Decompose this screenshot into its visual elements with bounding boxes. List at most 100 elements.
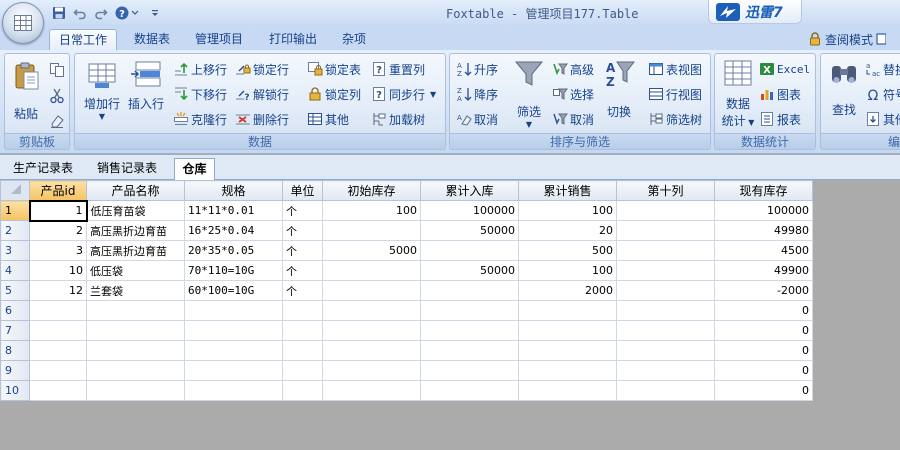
table-cell[interactable] (29, 360, 87, 381)
table-cell[interactable] (322, 380, 421, 401)
table-cell[interactable]: 低压袋 (86, 260, 185, 281)
add-row-button[interactable]: 增加行 ▼ (81, 58, 123, 121)
table-cell[interactable] (616, 220, 715, 241)
move-row-down-button[interactable]: 下移行 (173, 84, 227, 104)
table-cell[interactable] (282, 300, 323, 321)
tab-daily-work[interactable]: 日常工作 (49, 29, 117, 50)
other-edit-button[interactable]: 其他 (865, 109, 900, 129)
column-header[interactable]: 第十列 (616, 180, 715, 201)
table-cell[interactable] (86, 320, 185, 341)
table-cell[interactable] (420, 380, 519, 401)
table-cell[interactable]: 兰套袋 (86, 280, 185, 301)
table-row[interactable]: 2 2 高压黑折边育苗 16*25*0.04 个 50000 20 49980 (0, 220, 813, 241)
table-cell[interactable]: 50000 (420, 260, 519, 281)
table-view-button[interactable]: 表视图 (648, 59, 702, 79)
table-cell[interactable]: 70*110=10G (184, 260, 283, 281)
table-cell[interactable]: 100 (322, 200, 421, 221)
unlock-row-button[interactable]: ? 解锁行 (235, 84, 289, 104)
table-row[interactable]: 3 3 高压黑折边育苗 20*35*0.05 个 5000 500 4500 (0, 240, 813, 261)
table-cell[interactable]: 5000 (322, 240, 421, 261)
data-stats-dropdown-icon[interactable]: ▼ (746, 118, 754, 127)
row-number[interactable]: 4 (0, 260, 30, 281)
help-icon[interactable]: ? (113, 4, 143, 22)
table-cell[interactable]: 0 (714, 340, 813, 361)
chart-button[interactable]: 图表 (759, 84, 801, 104)
redo-icon[interactable] (92, 4, 110, 22)
table-cell[interactable] (616, 300, 715, 321)
table-cell[interactable] (322, 320, 421, 341)
column-header[interactable]: 规格 (184, 180, 283, 201)
filter-tree-button[interactable]: 筛选树 (648, 109, 702, 129)
table-cell[interactable]: 100 (518, 260, 617, 281)
column-header[interactable]: 现有库存 (714, 180, 813, 201)
table-cell[interactable] (184, 320, 283, 341)
table-cell[interactable]: 1 (28, 199, 88, 222)
format-painter-button[interactable] (49, 111, 65, 131)
table-cell[interactable]: 2 (29, 220, 87, 241)
lock-table-button[interactable]: 锁定表 (307, 59, 361, 79)
table-cell[interactable] (518, 380, 617, 401)
column-header[interactable]: 累计入库 (420, 180, 519, 201)
table-cell[interactable] (86, 300, 185, 321)
filter-button[interactable]: 筛选 ▼ (508, 58, 550, 129)
table-cell[interactable]: 49980 (714, 220, 813, 241)
row-number[interactable]: 2 (0, 220, 30, 241)
sheet-tab-production[interactable]: 生产记录表 (2, 158, 84, 180)
table-cell[interactable]: 10 (29, 260, 87, 281)
table-row[interactable]: 70 (0, 320, 813, 341)
tab-misc[interactable]: 杂项 (334, 29, 374, 50)
table-cell[interactable] (322, 340, 421, 361)
tab-print-output[interactable]: 打印输出 (260, 29, 326, 50)
table-cell[interactable]: 3 (29, 240, 87, 261)
table-cell[interactable] (282, 320, 323, 341)
row-view-button[interactable]: 行视图 (648, 84, 702, 104)
table-cell[interactable] (86, 360, 185, 381)
table-cell[interactable]: 个 (282, 260, 323, 281)
undo-icon[interactable] (71, 4, 89, 22)
table-cell[interactable] (184, 340, 283, 361)
table-cell[interactable]: 2000 (518, 280, 617, 301)
sort-descending-button[interactable]: ZA 降序 (456, 84, 498, 104)
other-data-button[interactable]: 其他 (307, 109, 349, 129)
delete-row-button[interactable]: 删除行 (235, 109, 289, 129)
table-cell[interactable] (184, 380, 283, 401)
sync-row-dropdown-icon[interactable]: ▼ (430, 90, 436, 99)
table-cell[interactable]: 49900 (714, 260, 813, 281)
table-cell[interactable] (518, 320, 617, 341)
find-button[interactable]: 查找 (827, 58, 861, 118)
table-cell[interactable]: 个 (282, 240, 323, 261)
cancel-sort-button[interactable]: A 取消 (456, 109, 498, 129)
table-cell[interactable] (184, 300, 283, 321)
filter-dropdown-icon[interactable]: ▼ (508, 120, 550, 129)
table-cell[interactable] (322, 260, 421, 281)
table-row[interactable]: 1 1 低压育苗袋 11*11*0.01 个 100 100000 100 100000 (0, 199, 813, 222)
paste-button[interactable]: 粘贴 (9, 58, 43, 122)
brand-badge[interactable]: 迅雷7 (708, 0, 802, 24)
table-cell[interactable]: 16*25*0.04 (184, 220, 283, 241)
table-cell[interactable] (420, 360, 519, 381)
table-cell[interactable] (420, 300, 519, 321)
table-cell[interactable] (184, 360, 283, 381)
cancel-filter-button[interactable]: 取消 (552, 109, 594, 129)
table-cell[interactable] (518, 340, 617, 361)
table-row[interactable]: 4 10 低压袋 70*110=10G 个 50000 100 49900 (0, 260, 813, 281)
table-cell[interactable] (322, 220, 421, 241)
table-cell[interactable]: 低压育苗袋 (86, 200, 185, 221)
table-cell[interactable] (322, 360, 421, 381)
copy-button[interactable] (49, 60, 65, 80)
table-cell[interactable] (420, 280, 519, 301)
row-number[interactable]: 5 (0, 280, 30, 301)
table-cell[interactable]: 个 (282, 200, 323, 221)
table-cell[interactable] (282, 380, 323, 401)
table-cell[interactable]: 100000 (714, 200, 813, 221)
table-cell[interactable]: 20*35*0.05 (184, 240, 283, 261)
table-row[interactable]: 5 12 兰套袋 60*100=10G 个 2000 -2000 (0, 280, 813, 301)
row-number[interactable]: 8 (0, 340, 30, 361)
table-cell[interactable] (616, 340, 715, 361)
switch-filter-button[interactable]: AZ 切换 (600, 58, 638, 120)
table-cell[interactable]: 个 (282, 280, 323, 301)
lock-column-button[interactable]: 锁定列 (307, 84, 361, 104)
table-cell[interactable] (29, 320, 87, 341)
move-row-up-button[interactable]: 上移行 (173, 59, 227, 79)
sheet-tab-warehouse[interactable]: 仓库 (174, 158, 215, 180)
